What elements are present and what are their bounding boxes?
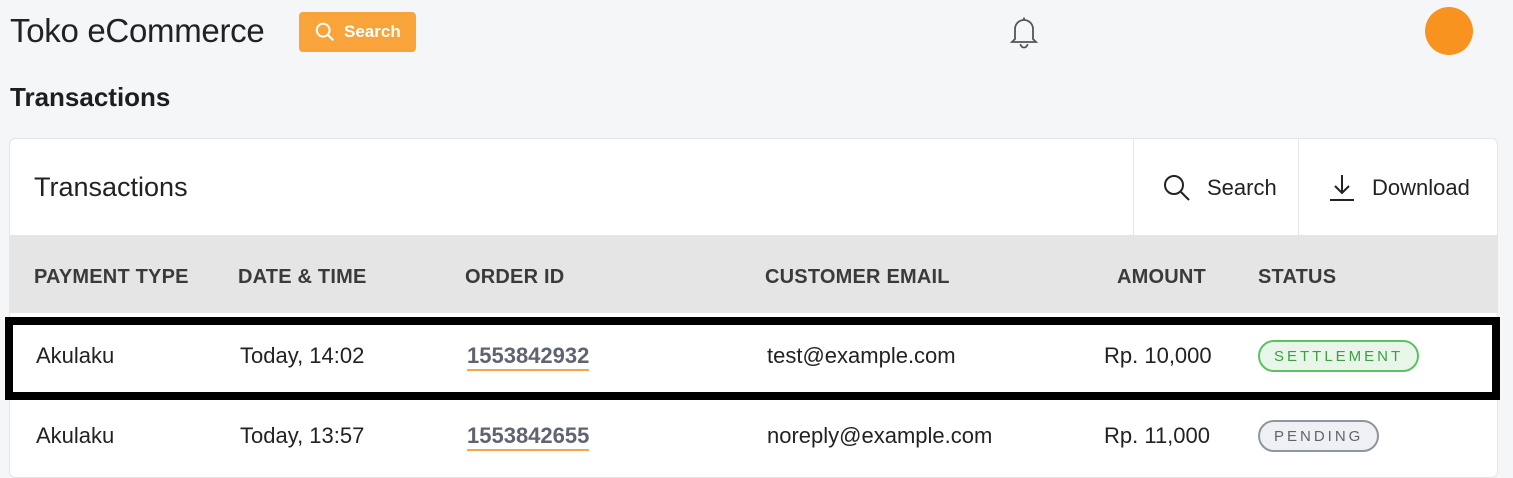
header-payment-type[interactable]: PAYMENT TYPE (34, 266, 189, 289)
header-date-time[interactable]: DATE & TIME (238, 266, 367, 289)
transactions-card: Transactions Search Download PAYMENT TYP… (9, 138, 1498, 478)
download-icon (1330, 174, 1354, 201)
status-badge: SETTLEMENT (1258, 340, 1420, 372)
top-bar: Toko eCommerce Search (0, 0, 1513, 66)
page-title: Transactions (10, 82, 171, 112)
header-status[interactable]: STATUS (1258, 266, 1336, 289)
date-time: Today, 14:02 (240, 343, 365, 368)
header-customer-email[interactable]: CUSTOMER EMAIL (765, 266, 950, 289)
order-id-link[interactable]: 1553842655 (467, 423, 590, 451)
table-header: PAYMENT TYPE DATE & TIME ORDER ID CUSTOM… (10, 236, 1497, 313)
date-time: Today, 13:57 (240, 423, 365, 448)
payment-type: Akulaku (36, 423, 115, 448)
order-id-link[interactable]: 1553842932 (467, 343, 590, 371)
card-header: Transactions Search Download (10, 139, 1497, 236)
table-row[interactable]: Akulaku Today, 13:57 1553842655 noreply@… (10, 396, 1497, 473)
header-order-id[interactable]: ORDER ID (465, 266, 564, 289)
bell-icon[interactable] (1009, 15, 1039, 49)
avatar[interactable] (1425, 7, 1473, 55)
search-button[interactable]: Search (1133, 139, 1298, 236)
global-search-label: Search (344, 22, 401, 41)
download-button[interactable]: Download (1298, 139, 1497, 236)
customer-email: noreply@example.com (767, 423, 993, 448)
app-title: Toko eCommerce (10, 12, 265, 49)
amount: Rp. 10,000 (1104, 343, 1212, 368)
card-title: Transactions (34, 172, 188, 202)
global-search-button[interactable]: Search (299, 12, 416, 52)
search-icon (315, 22, 334, 41)
search-icon (1164, 174, 1190, 201)
payment-type: Akulaku (36, 343, 115, 368)
header-amount[interactable]: AMOUNT (1117, 266, 1206, 289)
amount: Rp. 11,000 (1104, 423, 1211, 448)
search-label: Search (1207, 174, 1277, 200)
download-label: Download (1372, 174, 1470, 200)
customer-email: test@example.com (767, 343, 956, 368)
status-badge: PENDING (1258, 420, 1380, 452)
table-row[interactable]: Akulaku Today, 14:02 1553842932 test@exa… (10, 316, 1497, 393)
